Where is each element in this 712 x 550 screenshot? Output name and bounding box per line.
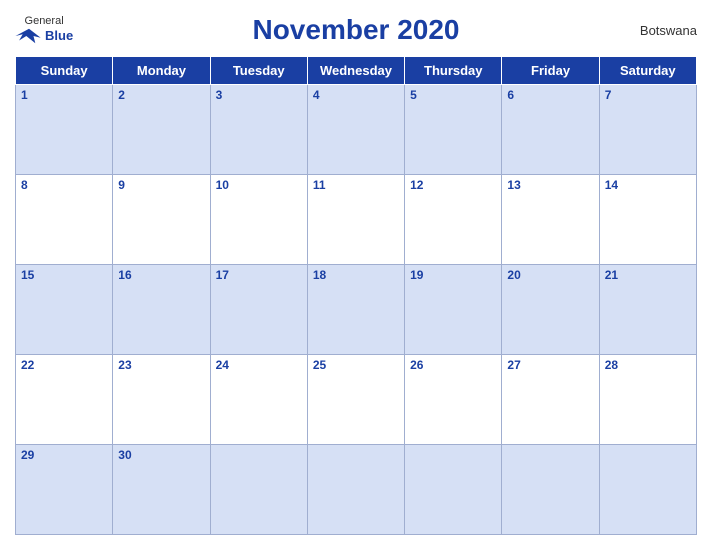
day-number: 30: [118, 448, 131, 462]
calendar-week-row: 15 16 17 18 19 20 21: [16, 265, 697, 355]
calendar-day-cell: 5: [405, 85, 502, 175]
day-number: 18: [313, 268, 326, 282]
weekday-header-wednesday: Wednesday: [307, 57, 404, 85]
day-number: 10: [216, 178, 229, 192]
day-number: 6: [507, 88, 514, 102]
calendar-day-cell: [502, 445, 599, 535]
day-number: 16: [118, 268, 131, 282]
day-number: 29: [21, 448, 34, 462]
day-number: 9: [118, 178, 125, 192]
calendar-day-cell: 13: [502, 175, 599, 265]
calendar-day-cell: [405, 445, 502, 535]
day-number: 26: [410, 358, 423, 372]
logo-bird-icon: [15, 27, 43, 45]
calendar-day-cell: 28: [599, 355, 696, 445]
logo-general-text: General: [25, 16, 64, 27]
day-number: 13: [507, 178, 520, 192]
calendar-day-cell: 19: [405, 265, 502, 355]
day-number: 8: [21, 178, 28, 192]
calendar-day-cell: 7: [599, 85, 696, 175]
calendar-week-row: 1 2 3 4 5 6 7: [16, 85, 697, 175]
calendar-day-cell: 10: [210, 175, 307, 265]
day-number: 15: [21, 268, 34, 282]
day-number: 28: [605, 358, 618, 372]
calendar-day-cell: 16: [113, 265, 210, 355]
calendar-day-cell: 2: [113, 85, 210, 175]
calendar-day-cell: 29: [16, 445, 113, 535]
weekday-header-friday: Friday: [502, 57, 599, 85]
day-number: 22: [21, 358, 34, 372]
calendar-day-cell: 23: [113, 355, 210, 445]
country-label: Botswana: [640, 23, 697, 38]
day-number: 1: [21, 88, 28, 102]
calendar-day-cell: 6: [502, 85, 599, 175]
calendar-day-cell: 26: [405, 355, 502, 445]
day-number: 5: [410, 88, 417, 102]
logo: General Blue: [15, 16, 73, 45]
month-title: November 2020: [252, 14, 459, 46]
calendar-day-cell: 22: [16, 355, 113, 445]
day-number: 19: [410, 268, 423, 282]
calendar-day-cell: [307, 445, 404, 535]
calendar-day-cell: 30: [113, 445, 210, 535]
day-number: 12: [410, 178, 423, 192]
calendar-day-cell: 9: [113, 175, 210, 265]
calendar-day-cell: 21: [599, 265, 696, 355]
day-number: 27: [507, 358, 520, 372]
weekday-header-tuesday: Tuesday: [210, 57, 307, 85]
calendar-day-cell: 27: [502, 355, 599, 445]
day-number: 14: [605, 178, 618, 192]
calendar-day-cell: 4: [307, 85, 404, 175]
day-number: 4: [313, 88, 320, 102]
day-number: 24: [216, 358, 229, 372]
calendar-day-cell: 12: [405, 175, 502, 265]
day-number: 25: [313, 358, 326, 372]
weekday-header-saturday: Saturday: [599, 57, 696, 85]
day-number: 17: [216, 268, 229, 282]
weekday-header-monday: Monday: [113, 57, 210, 85]
day-number: 11: [313, 178, 326, 192]
day-number: 2: [118, 88, 125, 102]
logo-blue-text: Blue: [45, 29, 73, 42]
day-number: 23: [118, 358, 131, 372]
calendar-day-cell: 3: [210, 85, 307, 175]
day-number: 7: [605, 88, 612, 102]
calendar-day-cell: 15: [16, 265, 113, 355]
calendar-day-cell: 18: [307, 265, 404, 355]
weekday-header-thursday: Thursday: [405, 57, 502, 85]
calendar-day-cell: 20: [502, 265, 599, 355]
calendar-day-cell: [599, 445, 696, 535]
day-number: 20: [507, 268, 520, 282]
calendar-table: SundayMondayTuesdayWednesdayThursdayFrid…: [15, 56, 697, 535]
weekday-header-row: SundayMondayTuesdayWednesdayThursdayFrid…: [16, 57, 697, 85]
calendar-day-cell: 1: [16, 85, 113, 175]
calendar-week-row: 29 30: [16, 445, 697, 535]
calendar-day-cell: 17: [210, 265, 307, 355]
calendar-day-cell: 14: [599, 175, 696, 265]
weekday-header-sunday: Sunday: [16, 57, 113, 85]
calendar-header: General Blue November 2020 Botswana: [15, 10, 697, 50]
day-number: 21: [605, 268, 618, 282]
calendar-day-cell: 25: [307, 355, 404, 445]
calendar-day-cell: 24: [210, 355, 307, 445]
day-number: 3: [216, 88, 223, 102]
calendar-week-row: 8 9 10 11 12 13 14: [16, 175, 697, 265]
calendar-week-row: 22 23 24 25 26 27 28: [16, 355, 697, 445]
calendar-day-cell: [210, 445, 307, 535]
calendar-day-cell: 11: [307, 175, 404, 265]
calendar-day-cell: 8: [16, 175, 113, 265]
